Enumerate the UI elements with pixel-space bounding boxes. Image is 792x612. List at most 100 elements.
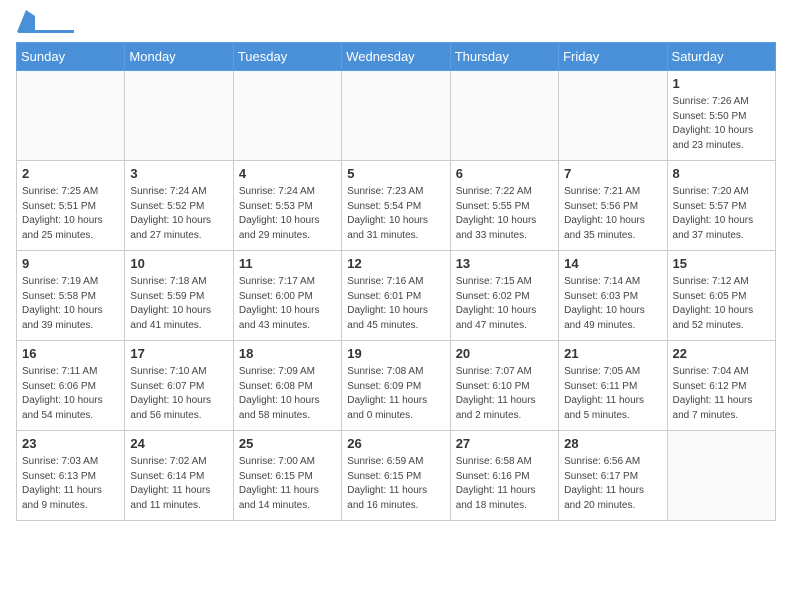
calendar-cell: 28 Sunrise: 6:56 AM Sunset: 6:17 PM Dayli…: [559, 431, 667, 521]
day-info: Sunrise: 7:09 AM Sunset: 6:08 PM Dayligh…: [239, 365, 336, 423]
calendar-cell: [559, 71, 667, 161]
logo-underline: [18, 30, 74, 33]
calendar-cell: 23Sunrise: 7:03 AM Sunset: 6:13 PM Dayli…: [17, 431, 125, 521]
calendar-cell: 11 Sunrise: 7:17 AM Sunset: 6:00 PM Dayli…: [233, 251, 341, 341]
day-number: 16: [22, 345, 119, 363]
calendar-cell: 22 Sunrise: 7:04 AM Sunset: 6:12 PM Dayli…: [667, 341, 775, 431]
day-info: Sunrise: 7:21 AM Sunset: 5:56 PM Dayligh…: [564, 185, 661, 243]
calendar-cell: [667, 431, 775, 521]
day-number: 13: [456, 255, 553, 273]
day-info: Sunrise: 7:14 AM Sunset: 6:03 PM Dayligh…: [564, 275, 661, 333]
calendar-cell: 3 Sunrise: 7:24 AM Sunset: 5:52 PM Daylig…: [125, 161, 233, 251]
calendar-cell: 20 Sunrise: 7:07 AM Sunset: 6:10 PM Dayli…: [450, 341, 558, 431]
logo: [16, 16, 74, 34]
day-info: Sunrise: 7:07 AM Sunset: 6:10 PM Dayligh…: [456, 365, 553, 423]
calendar-cell: [233, 71, 341, 161]
day-header-thursday: Thursday: [450, 43, 558, 71]
day-header-saturday: Saturday: [667, 43, 775, 71]
day-number: 4: [239, 165, 336, 183]
day-number: 10: [130, 255, 227, 273]
calendar-cell: 4 Sunrise: 7:24 AM Sunset: 5:53 PM Daylig…: [233, 161, 341, 251]
calendar-cell: 26 Sunrise: 6:59 AM Sunset: 6:15 PM Dayli…: [342, 431, 450, 521]
day-header-monday: Monday: [125, 43, 233, 71]
calendar-cell: 9Sunrise: 7:19 AM Sunset: 5:58 PM Daylig…: [17, 251, 125, 341]
day-info: Sunrise: 6:56 AM Sunset: 6:17 PM Dayligh…: [564, 455, 661, 513]
day-number: 11: [239, 255, 336, 273]
calendar-cell: 2 Sunrise: 7:25 AM Sunset: 5:51 PM Daylig…: [17, 161, 125, 251]
calendar-cell: 25 Sunrise: 7:00 AM Sunset: 6:15 PM Dayli…: [233, 431, 341, 521]
calendar-cell: 24 Sunrise: 7:02 AM Sunset: 6:14 PM Dayli…: [125, 431, 233, 521]
week-row-3: 9Sunrise: 7:19 AM Sunset: 5:58 PM Daylig…: [17, 251, 776, 341]
logo-arrow-icon: [17, 10, 35, 32]
day-info: Sunrise: 7:22 AM Sunset: 5:55 PM Dayligh…: [456, 185, 553, 243]
day-info: Sunrise: 7:17 AM Sunset: 6:00 PM Dayligh…: [239, 275, 336, 333]
calendar-cell: [125, 71, 233, 161]
calendar-cell: 27 Sunrise: 6:58 AM Sunset: 6:16 PM Dayli…: [450, 431, 558, 521]
day-header-wednesday: Wednesday: [342, 43, 450, 71]
calendar-cell: [342, 71, 450, 161]
calendar-cell: 17 Sunrise: 7:10 AM Sunset: 6:07 PM Dayli…: [125, 341, 233, 431]
day-number: 23: [22, 435, 119, 453]
week-row-4: 16Sunrise: 7:11 AM Sunset: 6:06 PM Dayli…: [17, 341, 776, 431]
day-info: Sunrise: 7:15 AM Sunset: 6:02 PM Dayligh…: [456, 275, 553, 333]
day-info: Sunrise: 7:23 AM Sunset: 5:54 PM Dayligh…: [347, 185, 444, 243]
day-info: Sunrise: 7:24 AM Sunset: 5:53 PM Dayligh…: [239, 185, 336, 243]
day-header-tuesday: Tuesday: [233, 43, 341, 71]
calendar-cell: 15 Sunrise: 7:12 AM Sunset: 6:05 PM Dayli…: [667, 251, 775, 341]
day-info: Sunrise: 7:18 AM Sunset: 5:59 PM Dayligh…: [130, 275, 227, 333]
day-number: 17: [130, 345, 227, 363]
day-header-sunday: Sunday: [17, 43, 125, 71]
day-info: Sunrise: 7:25 AM Sunset: 5:51 PM Dayligh…: [22, 185, 119, 243]
day-number: 9: [22, 255, 119, 273]
day-header-friday: Friday: [559, 43, 667, 71]
calendar-cell: 8Sunrise: 7:20 AM Sunset: 5:57 PM Daylig…: [667, 161, 775, 251]
calendar-cell: 19 Sunrise: 7:08 AM Sunset: 6:09 PM Dayli…: [342, 341, 450, 431]
day-number: 3: [130, 165, 227, 183]
day-number: 15: [673, 255, 770, 273]
day-number: 5: [347, 165, 444, 183]
day-number: 1: [673, 75, 770, 93]
calendar-cell: 21Sunrise: 7:05 AM Sunset: 6:11 PM Dayli…: [559, 341, 667, 431]
day-number: 25: [239, 435, 336, 453]
calendar-cell: 13 Sunrise: 7:15 AM Sunset: 6:02 PM Dayli…: [450, 251, 558, 341]
day-number: 26: [347, 435, 444, 453]
calendar-cell: 7 Sunrise: 7:21 AM Sunset: 5:56 PM Daylig…: [559, 161, 667, 251]
week-row-5: 23Sunrise: 7:03 AM Sunset: 6:13 PM Dayli…: [17, 431, 776, 521]
day-info: Sunrise: 7:00 AM Sunset: 6:15 PM Dayligh…: [239, 455, 336, 513]
day-number: 7: [564, 165, 661, 183]
day-number: 22: [673, 345, 770, 363]
day-number: 28: [564, 435, 661, 453]
calendar-cell: 18 Sunrise: 7:09 AM Sunset: 6:08 PM Dayli…: [233, 341, 341, 431]
day-number: 20: [456, 345, 553, 363]
day-info: Sunrise: 7:16 AM Sunset: 6:01 PM Dayligh…: [347, 275, 444, 333]
day-number: 2: [22, 165, 119, 183]
day-info: Sunrise: 7:12 AM Sunset: 6:05 PM Dayligh…: [673, 275, 770, 333]
day-info: Sunrise: 7:08 AM Sunset: 6:09 PM Dayligh…: [347, 365, 444, 423]
day-info: Sunrise: 7:24 AM Sunset: 5:52 PM Dayligh…: [130, 185, 227, 243]
calendar-cell: [17, 71, 125, 161]
week-row-2: 2 Sunrise: 7:25 AM Sunset: 5:51 PM Daylig…: [17, 161, 776, 251]
day-number: 24: [130, 435, 227, 453]
day-info: Sunrise: 7:02 AM Sunset: 6:14 PM Dayligh…: [130, 455, 227, 513]
day-number: 14: [564, 255, 661, 273]
calendar-table: SundayMondayTuesdayWednesdayThursdayFrid…: [16, 42, 776, 521]
calendar-cell: 16Sunrise: 7:11 AM Sunset: 6:06 PM Dayli…: [17, 341, 125, 431]
day-info: Sunrise: 6:59 AM Sunset: 6:15 PM Dayligh…: [347, 455, 444, 513]
day-number: 27: [456, 435, 553, 453]
day-info: Sunrise: 7:10 AM Sunset: 6:07 PM Dayligh…: [130, 365, 227, 423]
day-info: Sunrise: 7:05 AM Sunset: 6:11 PM Dayligh…: [564, 365, 661, 423]
day-number: 18: [239, 345, 336, 363]
calendar-cell: 14 Sunrise: 7:14 AM Sunset: 6:03 PM Dayli…: [559, 251, 667, 341]
calendar-header-row: SundayMondayTuesdayWednesdayThursdayFrid…: [17, 43, 776, 71]
day-number: 6: [456, 165, 553, 183]
week-row-1: 1 Sunrise: 7:26 AM Sunset: 5:50 PM Daylig…: [17, 71, 776, 161]
day-info: Sunrise: 7:26 AM Sunset: 5:50 PM Dayligh…: [673, 95, 770, 153]
day-number: 12: [347, 255, 444, 273]
calendar-cell: 10 Sunrise: 7:18 AM Sunset: 5:59 PM Dayli…: [125, 251, 233, 341]
day-info: Sunrise: 7:04 AM Sunset: 6:12 PM Dayligh…: [673, 365, 770, 423]
calendar-cell: 12 Sunrise: 7:16 AM Sunset: 6:01 PM Dayli…: [342, 251, 450, 341]
day-info: Sunrise: 6:58 AM Sunset: 6:16 PM Dayligh…: [456, 455, 553, 513]
calendar-cell: 5 Sunrise: 7:23 AM Sunset: 5:54 PM Daylig…: [342, 161, 450, 251]
day-number: 19: [347, 345, 444, 363]
page-header: [16, 16, 776, 34]
